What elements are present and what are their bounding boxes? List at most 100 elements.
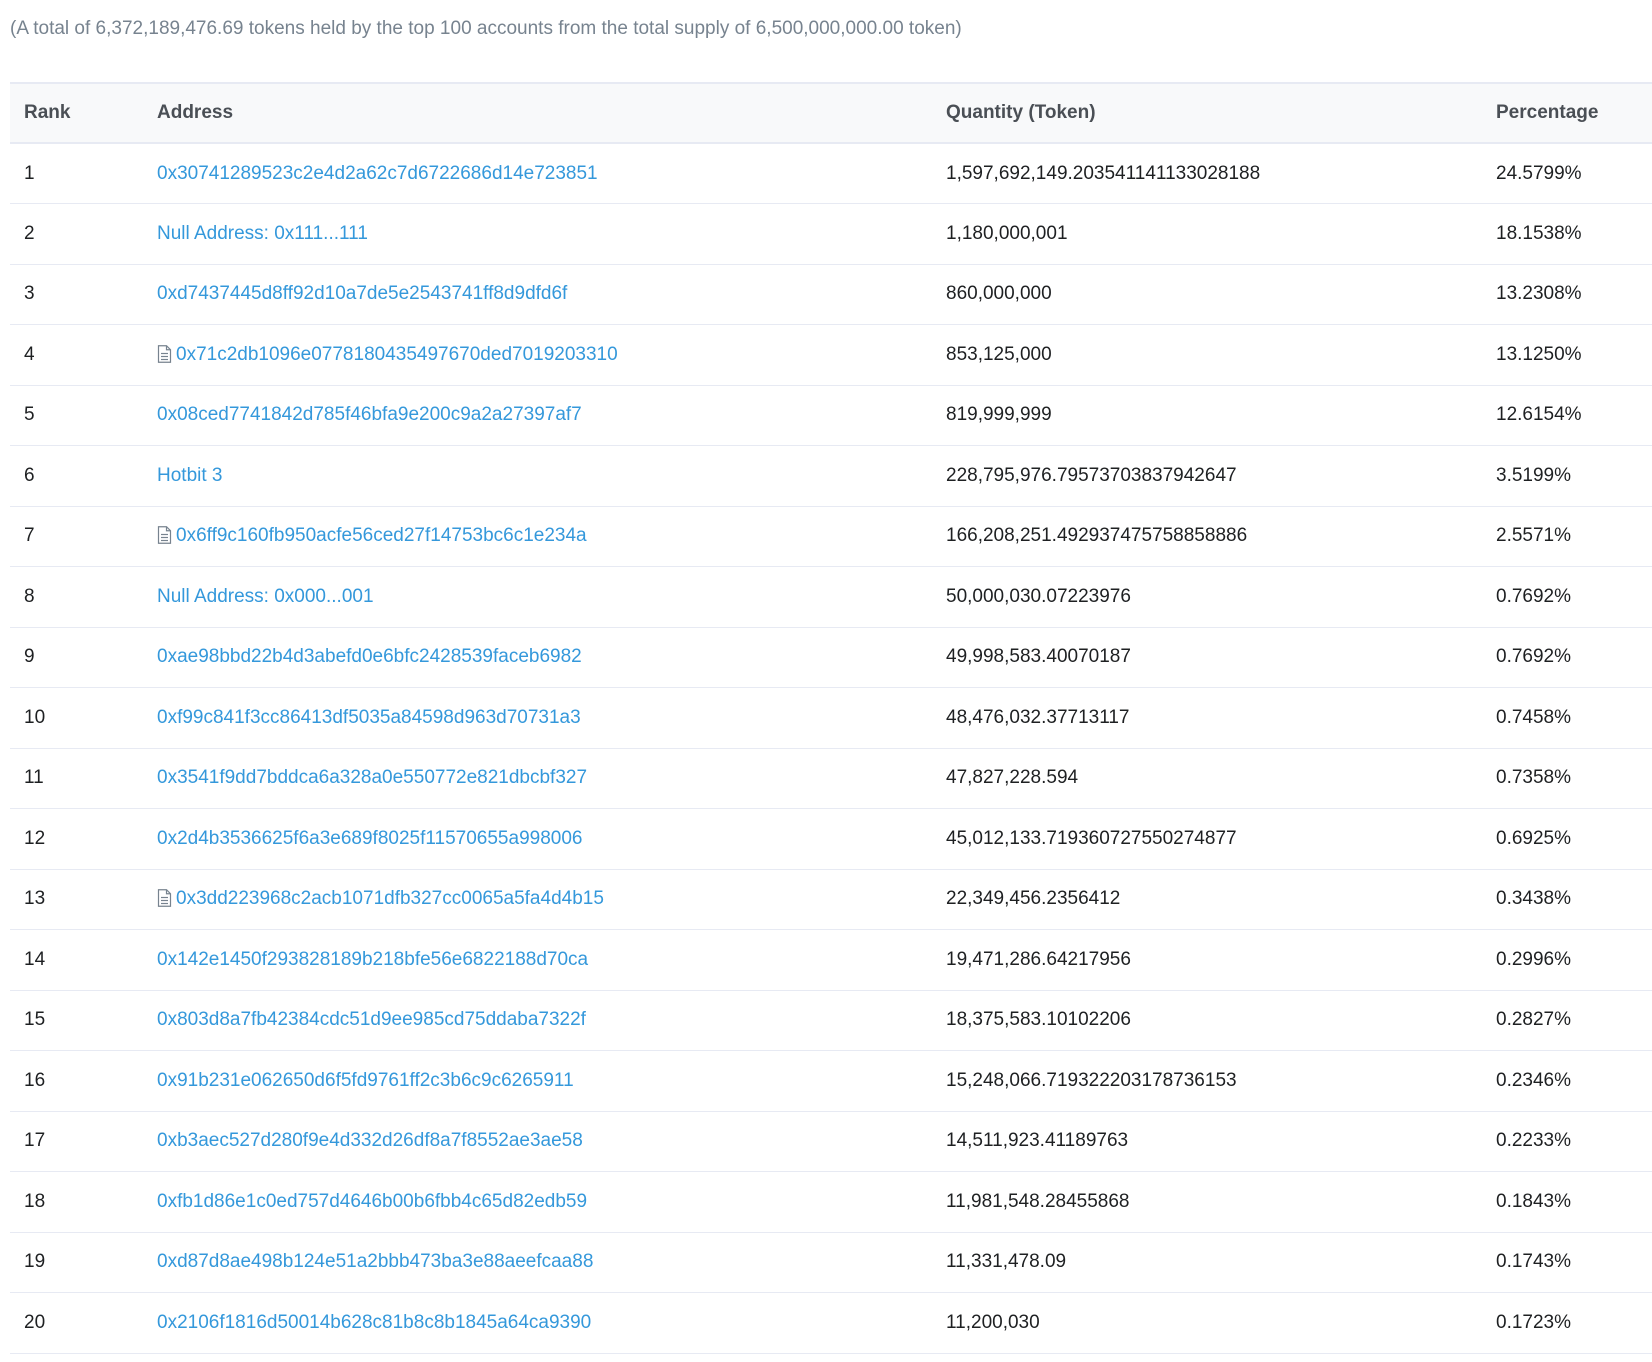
percentage-cell: 0.2827% bbox=[1496, 1009, 1572, 1031]
rank-cell: 5 bbox=[24, 404, 35, 426]
rank-cell: 16 bbox=[24, 1069, 46, 1091]
address-link[interactable]: 0x2d4b3536625f6a3e689f8025f11570655a9980… bbox=[157, 828, 582, 849]
address-link[interactable]: 0xae98bbd22b4d3abefd0e6bfc2428539faceb69… bbox=[157, 646, 582, 667]
address-link[interactable]: Null Address: 0x111...111 bbox=[157, 223, 368, 244]
column-header-address: Address bbox=[157, 102, 234, 123]
address-cell: 0xf99c841f3cc86413df5035a84598d963d70731… bbox=[157, 688, 946, 749]
rank-cell: 18 bbox=[24, 1190, 46, 1212]
table-row: 11 0x3541f9dd7bddca6a328a0e550772e821dbcb… bbox=[10, 748, 1652, 809]
address-cell: 0x6ff9c160fb950acfe56ced27f14753bc6c1e23… bbox=[157, 506, 946, 567]
column-header-percentage: Percentage bbox=[1496, 102, 1599, 123]
address-link[interactable]: 0x803d8a7fb42384cdc51d9ee985cd75ddaba732… bbox=[157, 1009, 586, 1030]
address-cell: 0xfb1d86e1c0ed757d4646b00b6fbb4c65d82edb… bbox=[157, 1172, 946, 1233]
quantity-cell: 166,208,251.492937475758858886 bbox=[946, 525, 1248, 547]
percentage-cell: 0.2346% bbox=[1496, 1069, 1572, 1091]
address-link[interactable]: 0x6ff9c160fb950acfe56ced27f14753bc6c1e23… bbox=[176, 525, 587, 546]
quantity-cell: 1,597,692,149.203541141133028188 bbox=[946, 162, 1261, 184]
quantity-cell: 50,000,030.07223976 bbox=[946, 585, 1131, 607]
quantity-cell: 18,375,583.10102206 bbox=[946, 1009, 1131, 1031]
address-link[interactable]: 0xf99c841f3cc86413df5035a84598d963d70731… bbox=[157, 707, 581, 728]
quantity-cell: 48,476,032.37713117 bbox=[946, 706, 1130, 728]
address-link[interactable]: 0x2106f1816d50014b628c81b8c8b1845a64ca93… bbox=[157, 1312, 591, 1333]
address-cell: 0xb3aec527d280f9e4d332d26df8a7f8552ae3ae… bbox=[157, 1111, 946, 1172]
quantity-cell: 228,795,976.79573703837942647 bbox=[946, 464, 1237, 486]
address-link[interactable]: 0xfb1d86e1c0ed757d4646b00b6fbb4c65d82edb… bbox=[157, 1191, 587, 1212]
rank-cell: 2 bbox=[24, 222, 35, 244]
contract-file-icon bbox=[157, 344, 172, 363]
rank-cell: 14 bbox=[24, 948, 46, 970]
percentage-cell: 0.2996% bbox=[1496, 948, 1572, 970]
rank-cell: 1 bbox=[24, 162, 35, 184]
quantity-cell: 15,248,066.719322203178736153 bbox=[946, 1069, 1237, 1091]
address-link[interactable]: 0x91b231e062650d6f5fd9761ff2c3b6c9c62659… bbox=[157, 1070, 574, 1091]
percentage-cell: 0.7692% bbox=[1496, 646, 1572, 668]
percentage-cell: 0.7692% bbox=[1496, 585, 1572, 607]
rank-cell: 6 bbox=[24, 464, 35, 486]
column-header-quantity: Quantity (Token) bbox=[946, 102, 1096, 123]
rank-cell: 13 bbox=[24, 888, 46, 910]
address-link[interactable]: 0x3dd223968c2acb1071dfb327cc0065a5fa4d4b… bbox=[176, 888, 604, 909]
quantity-cell: 19,471,286.64217956 bbox=[946, 948, 1131, 970]
quantity-cell: 11,331,478.09 bbox=[946, 1251, 1067, 1273]
address-cell: 0x2d4b3536625f6a3e689f8025f11570655a9980… bbox=[157, 809, 946, 870]
address-link[interactable]: 0xd7437445d8ff92d10a7de5e2543741ff8d9dfd… bbox=[157, 283, 567, 304]
percentage-cell: 0.1843% bbox=[1496, 1190, 1572, 1212]
address-cell: 0xae98bbd22b4d3abefd0e6bfc2428539faceb69… bbox=[157, 627, 946, 688]
contract-file-icon bbox=[157, 526, 172, 545]
percentage-cell: 24.5799% bbox=[1496, 162, 1582, 184]
address-link[interactable]: 0x71c2db1096e0778180435497670ded70192033… bbox=[176, 344, 618, 365]
percentage-cell: 0.3438% bbox=[1496, 888, 1572, 910]
address-link[interactable]: 0x3541f9dd7bddca6a328a0e550772e821dbcbf3… bbox=[157, 767, 587, 788]
address-cell: 0x71c2db1096e0778180435497670ded70192033… bbox=[157, 325, 946, 386]
address-link[interactable]: 0x142e1450f293828189b218bfe56e6822188d70… bbox=[157, 949, 588, 970]
table-row: 7 0x6ff9c160fb950acfe56ced27f14753bc6c1e2… bbox=[10, 506, 1652, 567]
quantity-cell: 819,999,999 bbox=[946, 404, 1052, 426]
rank-cell: 20 bbox=[24, 1311, 46, 1333]
quantity-cell: 47,827,228.594 bbox=[946, 767, 1079, 789]
table-row: 10 0xf99c841f3cc86413df5035a84598d963d707… bbox=[10, 688, 1652, 749]
rank-cell: 7 bbox=[24, 525, 35, 547]
address-link[interactable]: 0xb3aec527d280f9e4d332d26df8a7f8552ae3ae… bbox=[157, 1130, 583, 1151]
quantity-cell: 11,200,030 bbox=[946, 1311, 1040, 1333]
percentage-cell: 0.7358% bbox=[1496, 767, 1572, 789]
quantity-cell: 860,000,000 bbox=[946, 283, 1052, 305]
percentage-cell: 0.1743% bbox=[1496, 1251, 1572, 1273]
address-cell: Hotbit 3 bbox=[157, 446, 946, 507]
rank-cell: 11 bbox=[24, 767, 44, 789]
percentage-cell: 0.7458% bbox=[1496, 706, 1572, 728]
table-row: 3 0xd7437445d8ff92d10a7de5e2543741ff8d9df… bbox=[10, 264, 1652, 325]
address-link[interactable]: Hotbit 3 bbox=[157, 465, 222, 486]
rank-cell: 17 bbox=[24, 1130, 46, 1152]
rank-cell: 8 bbox=[24, 585, 35, 607]
quantity-cell: 45,012,133.719360727550274877 bbox=[946, 827, 1237, 849]
address-cell: Null Address: 0x111...111 bbox=[157, 204, 946, 265]
address-cell: 0x3dd223968c2acb1071dfb327cc0065a5fa4d4b… bbox=[157, 869, 946, 930]
rank-cell: 3 bbox=[24, 283, 35, 305]
address-cell: 0xd87d8ae498b124e51a2bbb473ba3e88aeefcaa… bbox=[157, 1232, 946, 1293]
table-row: 14 0x142e1450f293828189b218bfe56e6822188d… bbox=[10, 930, 1652, 990]
address-cell: Null Address: 0x000...001 bbox=[157, 567, 946, 628]
holders-table-container: Rank Address Quantity (Token) Percentage… bbox=[10, 82, 1652, 1354]
percentage-cell: 13.1250% bbox=[1496, 343, 1582, 365]
address-link[interactable]: 0xd87d8ae498b124e51a2bbb473ba3e88aeefcaa… bbox=[157, 1251, 593, 1272]
address-link[interactable]: 0x08ced7741842d785f46bfa9e200c9a2a27397a… bbox=[157, 404, 582, 425]
table-header: Rank Address Quantity (Token) Percentage bbox=[10, 83, 1652, 143]
percentage-cell: 18.1538% bbox=[1496, 222, 1582, 244]
rank-cell: 12 bbox=[24, 827, 46, 849]
table-row: 13 0x3dd223968c2acb1071dfb327cc0065a5fa4d… bbox=[10, 869, 1652, 930]
rank-cell: 9 bbox=[24, 646, 35, 668]
address-cell: 0x803d8a7fb42384cdc51d9ee985cd75ddaba732… bbox=[157, 990, 946, 1051]
holders-table: Rank Address Quantity (Token) Percentage… bbox=[10, 82, 1652, 1354]
table-row: 16 0x91b231e062650d6f5fd9761ff2c3b6c9c626… bbox=[10, 1051, 1652, 1111]
percentage-cell: 3.5199% bbox=[1496, 464, 1572, 486]
address-link[interactable]: 0x30741289523c2e4d2a62c7d6722686d14e7238… bbox=[157, 163, 598, 184]
address-cell: 0x3541f9dd7bddca6a328a0e550772e821dbcbf3… bbox=[157, 748, 946, 809]
percentage-cell: 0.2233% bbox=[1496, 1130, 1572, 1152]
percentage-cell: 0.6925% bbox=[1496, 827, 1572, 849]
address-link[interactable]: Null Address: 0x000...001 bbox=[157, 586, 374, 607]
table-row: 9 0xae98bbd22b4d3abefd0e6bfc2428539faceb6… bbox=[10, 627, 1652, 688]
holders-summary: (A total of 6,372,189,476.69 tokens held… bbox=[10, 18, 962, 39]
quantity-cell: 22,349,456.2356412 bbox=[946, 888, 1121, 910]
address-cell: 0xd7437445d8ff92d10a7de5e2543741ff8d9dfd… bbox=[157, 264, 946, 325]
table-row: 6 Hotbit 3 228,795,976.79573703837942647 3.… bbox=[10, 446, 1652, 507]
